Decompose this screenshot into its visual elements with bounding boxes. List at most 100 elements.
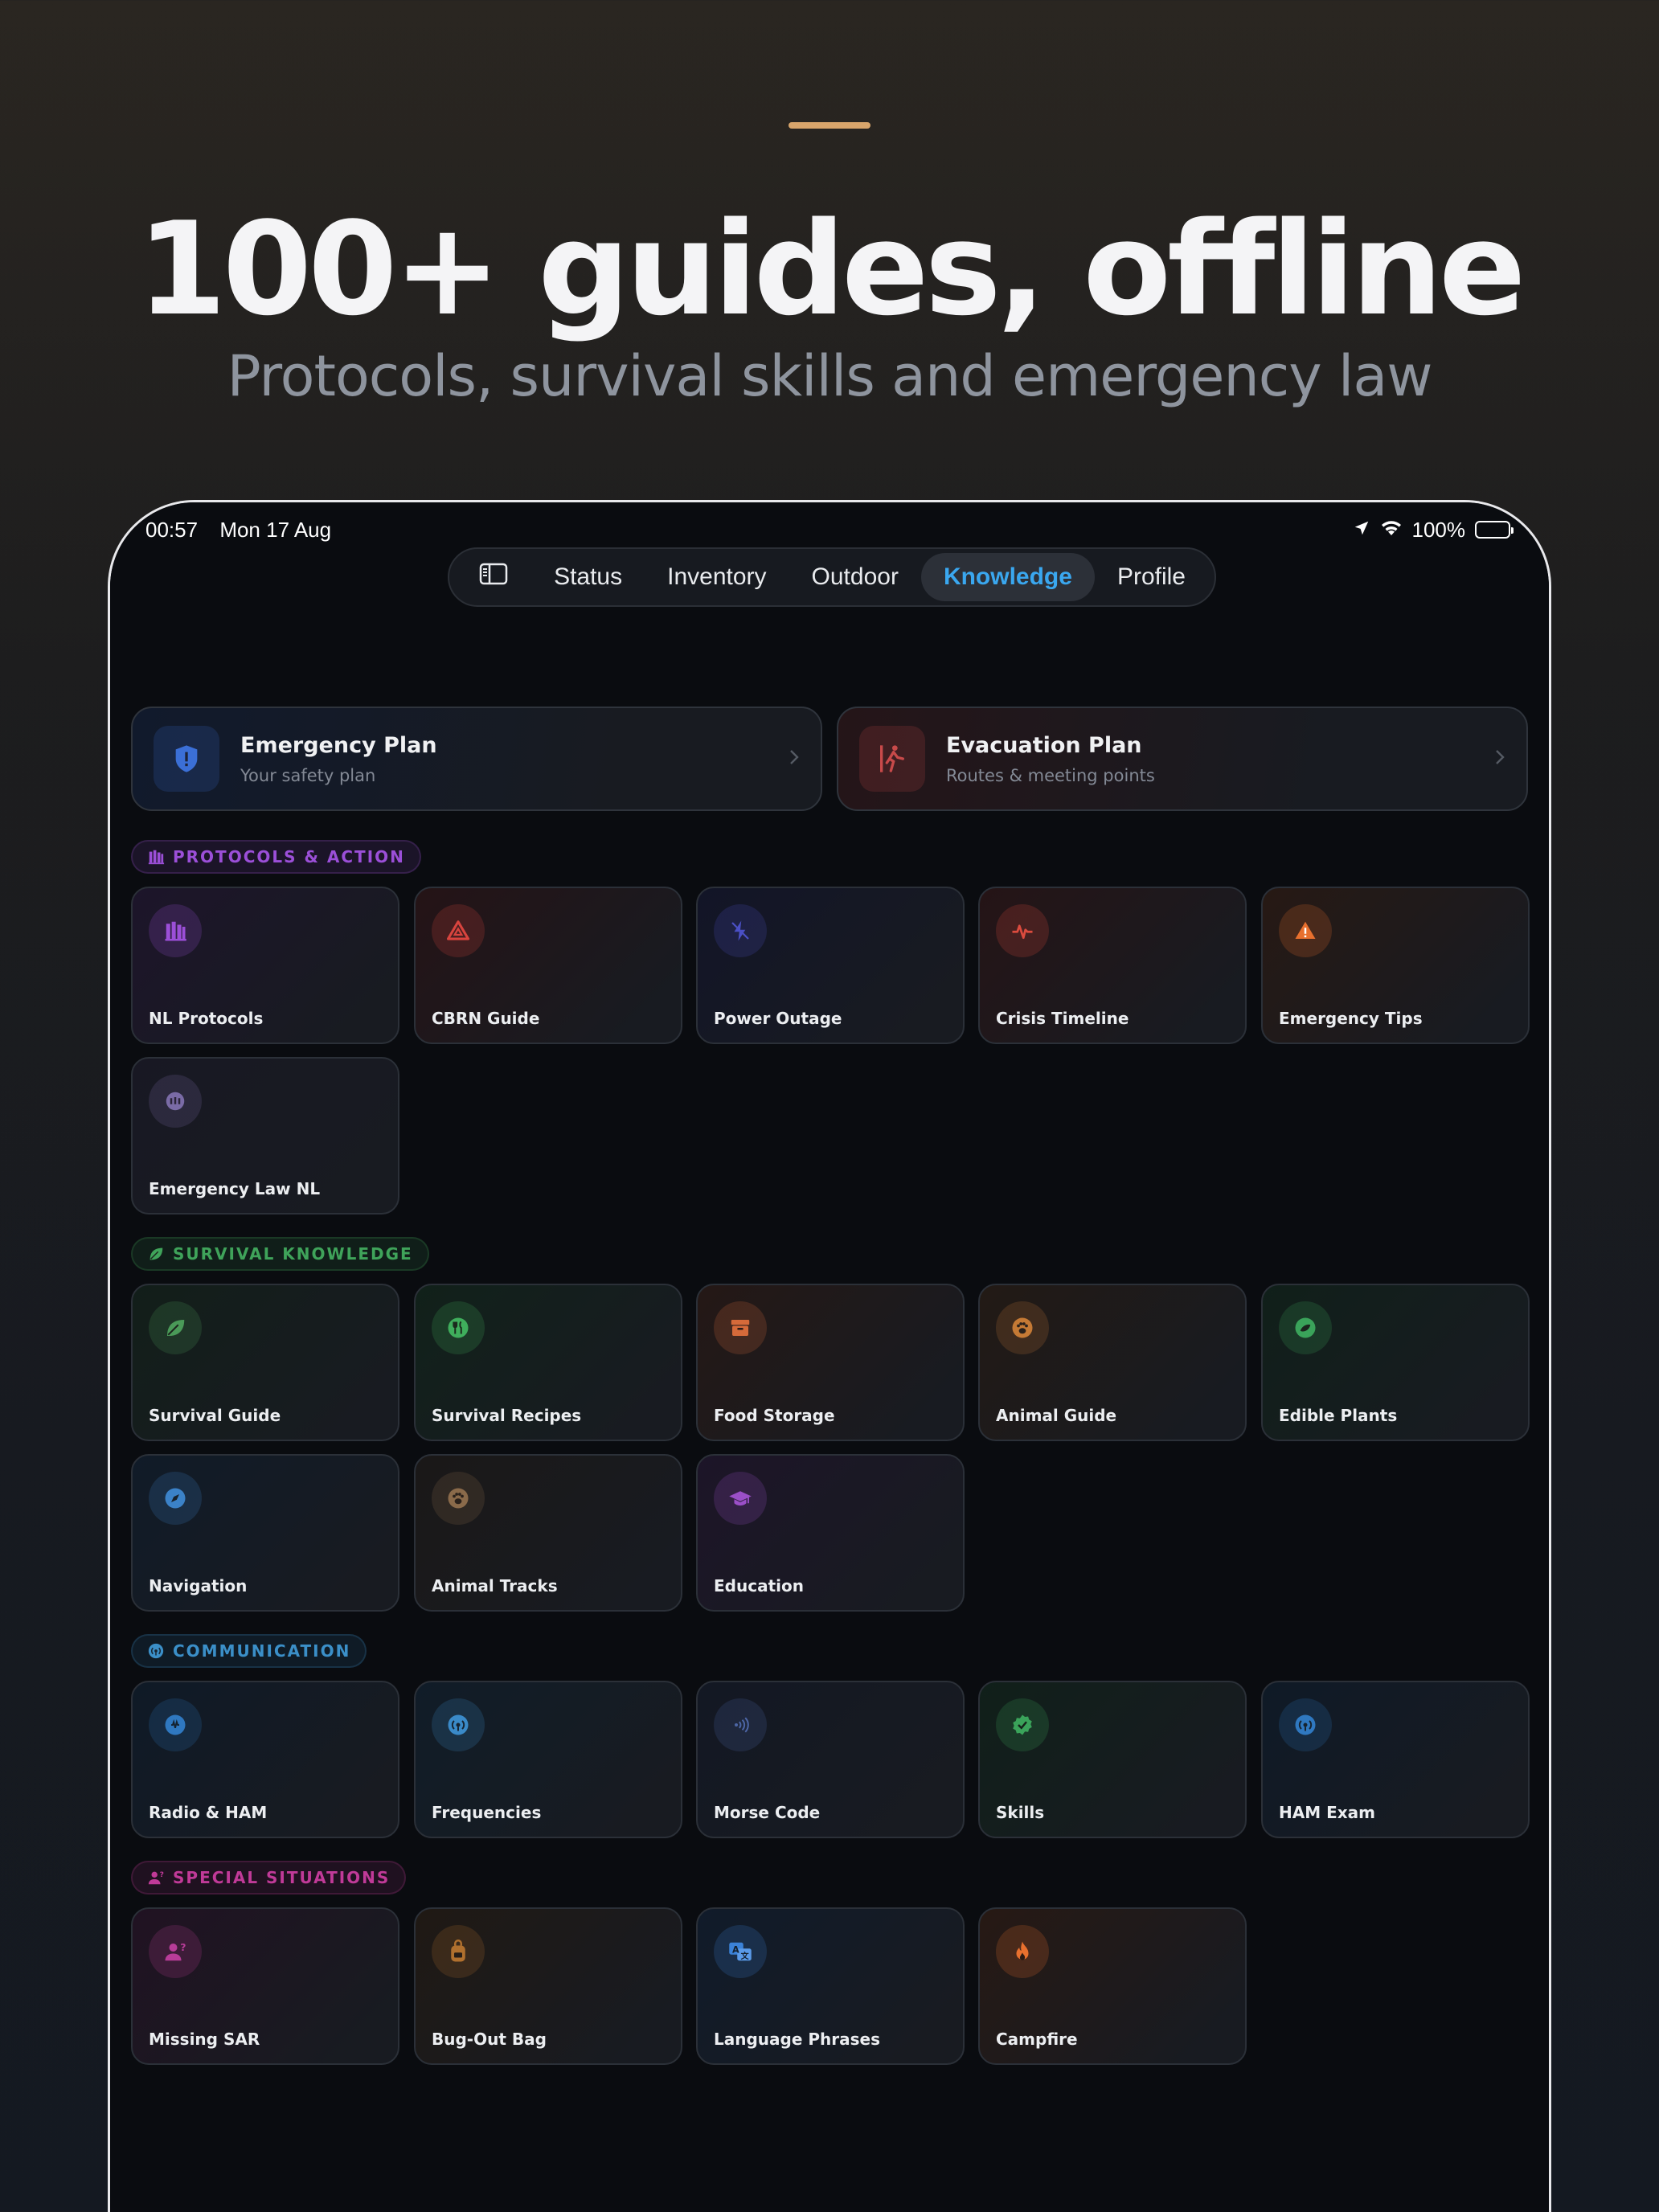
tile-animal-guide[interactable]: Animal Guide bbox=[978, 1284, 1247, 1441]
tile-label: Emergency Tips bbox=[1279, 1009, 1423, 1028]
paw-icon bbox=[996, 1301, 1049, 1354]
tile-label: NL Protocols bbox=[149, 1009, 264, 1028]
svg-text:A: A bbox=[732, 1944, 739, 1955]
tile-label: Navigation bbox=[149, 1576, 248, 1596]
tab-inventory[interactable]: Inventory bbox=[645, 553, 789, 601]
battery-icon bbox=[1475, 521, 1514, 539]
tile-label: Crisis Timeline bbox=[996, 1009, 1129, 1028]
law-icon bbox=[149, 1075, 202, 1128]
verified-badge-icon bbox=[996, 1698, 1049, 1751]
tile-language-phrases[interactable]: A文 Language Phrases bbox=[696, 1907, 965, 2065]
headline: 100+ guides, offline bbox=[137, 194, 1526, 344]
tile-education[interactable]: Education bbox=[696, 1454, 965, 1612]
tile-bug-out-bag[interactable]: Bug-Out Bag bbox=[414, 1907, 682, 2065]
tile-animal-tracks[interactable]: Animal Tracks bbox=[414, 1454, 682, 1612]
tile-label: Emergency Law NL bbox=[149, 1179, 321, 1198]
tile-label: CBRN Guide bbox=[432, 1009, 540, 1028]
tile-label: Morse Code bbox=[714, 1803, 821, 1822]
leaf-icon bbox=[147, 1245, 165, 1263]
tile-label: Frequencies bbox=[432, 1803, 542, 1822]
section-title: PROTOCOLS & ACTION bbox=[173, 847, 405, 866]
tile-label: Language Phrases bbox=[714, 2030, 881, 2049]
svg-text:?: ? bbox=[160, 1870, 165, 1879]
tile-label: Bug-Out Bag bbox=[432, 2030, 547, 2049]
tile-survival-guide[interactable]: Survival Guide bbox=[131, 1284, 399, 1441]
location-icon bbox=[1353, 518, 1370, 543]
backpack-icon bbox=[432, 1925, 485, 1978]
svg-text:文: 文 bbox=[741, 1951, 750, 1961]
screen: 00:57 Mon 17 Aug 100% Status Inventory O… bbox=[110, 502, 1549, 2212]
leaf-icon bbox=[149, 1301, 202, 1354]
tab-profile[interactable]: Profile bbox=[1095, 553, 1208, 601]
lightning-off-icon bbox=[714, 904, 767, 957]
tile-emergency-tips[interactable]: Emergency Tips bbox=[1261, 887, 1530, 1044]
tile-power-outage[interactable]: Power Outage bbox=[696, 887, 965, 1044]
section-special-situations: ? SPECIAL SITUATIONS bbox=[131, 1861, 407, 1895]
tab-knowledge[interactable]: Knowledge bbox=[920, 553, 1095, 601]
tile-label: Edible Plants bbox=[1279, 1406, 1398, 1425]
section-survival-knowledge: SURVIVAL KNOWLEDGE bbox=[131, 1237, 429, 1271]
tile-morse-code[interactable]: Morse Code bbox=[696, 1681, 965, 1838]
tile-missing-sar[interactable]: ? Missing SAR bbox=[131, 1907, 399, 2065]
hazard-triangle-icon bbox=[432, 904, 485, 957]
svg-text:?: ? bbox=[180, 1941, 186, 1953]
radio-wave-icon bbox=[149, 1698, 202, 1751]
tile-nl-protocols[interactable]: NL Protocols bbox=[131, 887, 399, 1044]
tile-ham-exam[interactable]: HAM Exam bbox=[1261, 1681, 1530, 1838]
chevron-right-icon bbox=[789, 748, 800, 771]
plan-subtitle: Your safety plan bbox=[240, 765, 376, 785]
section-communication: COMMUNICATION bbox=[131, 1634, 367, 1668]
translate-icon: A文 bbox=[714, 1925, 767, 1978]
books-icon bbox=[147, 848, 165, 866]
tab-status[interactable]: Status bbox=[531, 553, 645, 601]
tile-emergency-law-nl[interactable]: Emergency Law NL bbox=[131, 1057, 399, 1215]
device-frame: 00:57 Mon 17 Aug 100% Status Inventory O… bbox=[108, 500, 1551, 2212]
tile-navigation[interactable]: Navigation bbox=[131, 1454, 399, 1612]
antenna-icon bbox=[1279, 1698, 1332, 1751]
warning-icon bbox=[1279, 904, 1332, 957]
tile-crisis-timeline[interactable]: Crisis Timeline bbox=[978, 887, 1247, 1044]
tile-label: Survival Recipes bbox=[432, 1406, 582, 1425]
tile-label: Radio & HAM bbox=[149, 1803, 268, 1822]
tile-label: Animal Tracks bbox=[432, 1576, 558, 1596]
archive-box-icon bbox=[714, 1301, 767, 1354]
books-icon bbox=[149, 904, 202, 957]
compass-icon bbox=[149, 1472, 202, 1525]
sidebar-icon bbox=[479, 563, 508, 592]
tile-label: Skills bbox=[996, 1803, 1045, 1822]
section-protocols-and-action: PROTOCOLS & ACTION bbox=[131, 840, 421, 874]
antenna-icon bbox=[147, 1642, 165, 1660]
graduation-cap-icon bbox=[714, 1472, 767, 1525]
battery-percent: 100% bbox=[1411, 517, 1466, 542]
tile-label: Food Storage bbox=[714, 1406, 835, 1425]
shield-alert-icon bbox=[154, 726, 219, 792]
tile-survival-recipes[interactable]: Survival Recipes bbox=[414, 1284, 682, 1441]
tile-label: Survival Guide bbox=[149, 1406, 281, 1425]
tile-edible-plants[interactable]: Edible Plants bbox=[1261, 1284, 1530, 1441]
person-question-icon: ? bbox=[149, 1925, 202, 1978]
tab-outdoor[interactable]: Outdoor bbox=[789, 553, 921, 601]
tile-label: Education bbox=[714, 1576, 804, 1596]
person-question-icon: ? bbox=[147, 1869, 165, 1886]
antenna-icon bbox=[432, 1698, 485, 1751]
status-date: Mon 17 Aug bbox=[219, 517, 332, 542]
sidebar-toggle-button[interactable] bbox=[456, 553, 531, 601]
tile-label: HAM Exam bbox=[1279, 1803, 1375, 1822]
chevron-right-icon bbox=[1494, 748, 1505, 771]
evacuation-plan-card[interactable]: Evacuation Plan Routes & meeting points bbox=[837, 707, 1528, 811]
emergency-plan-card[interactable]: Emergency Plan Your safety plan bbox=[131, 707, 822, 811]
tile-skills[interactable]: Skills bbox=[978, 1681, 1247, 1838]
section-title: SPECIAL SITUATIONS bbox=[173, 1868, 391, 1887]
signal-dots-icon bbox=[714, 1698, 767, 1751]
plan-subtitle: Routes & meeting points bbox=[946, 765, 1155, 785]
wifi-icon bbox=[1380, 518, 1403, 543]
tab-bar: Status Inventory Outdoor Knowledge Profi… bbox=[448, 547, 1216, 607]
flame-icon bbox=[996, 1925, 1049, 1978]
tile-radio-and-ham[interactable]: Radio & HAM bbox=[131, 1681, 399, 1838]
plan-title: Emergency Plan bbox=[240, 732, 437, 758]
tile-frequencies[interactable]: Frequencies bbox=[414, 1681, 682, 1838]
tile-food-storage[interactable]: Food Storage bbox=[696, 1284, 965, 1441]
tile-label: Animal Guide bbox=[996, 1406, 1117, 1425]
tile-cbrn-guide[interactable]: CBRN Guide bbox=[414, 887, 682, 1044]
tile-campfire[interactable]: Campfire bbox=[978, 1907, 1247, 2065]
